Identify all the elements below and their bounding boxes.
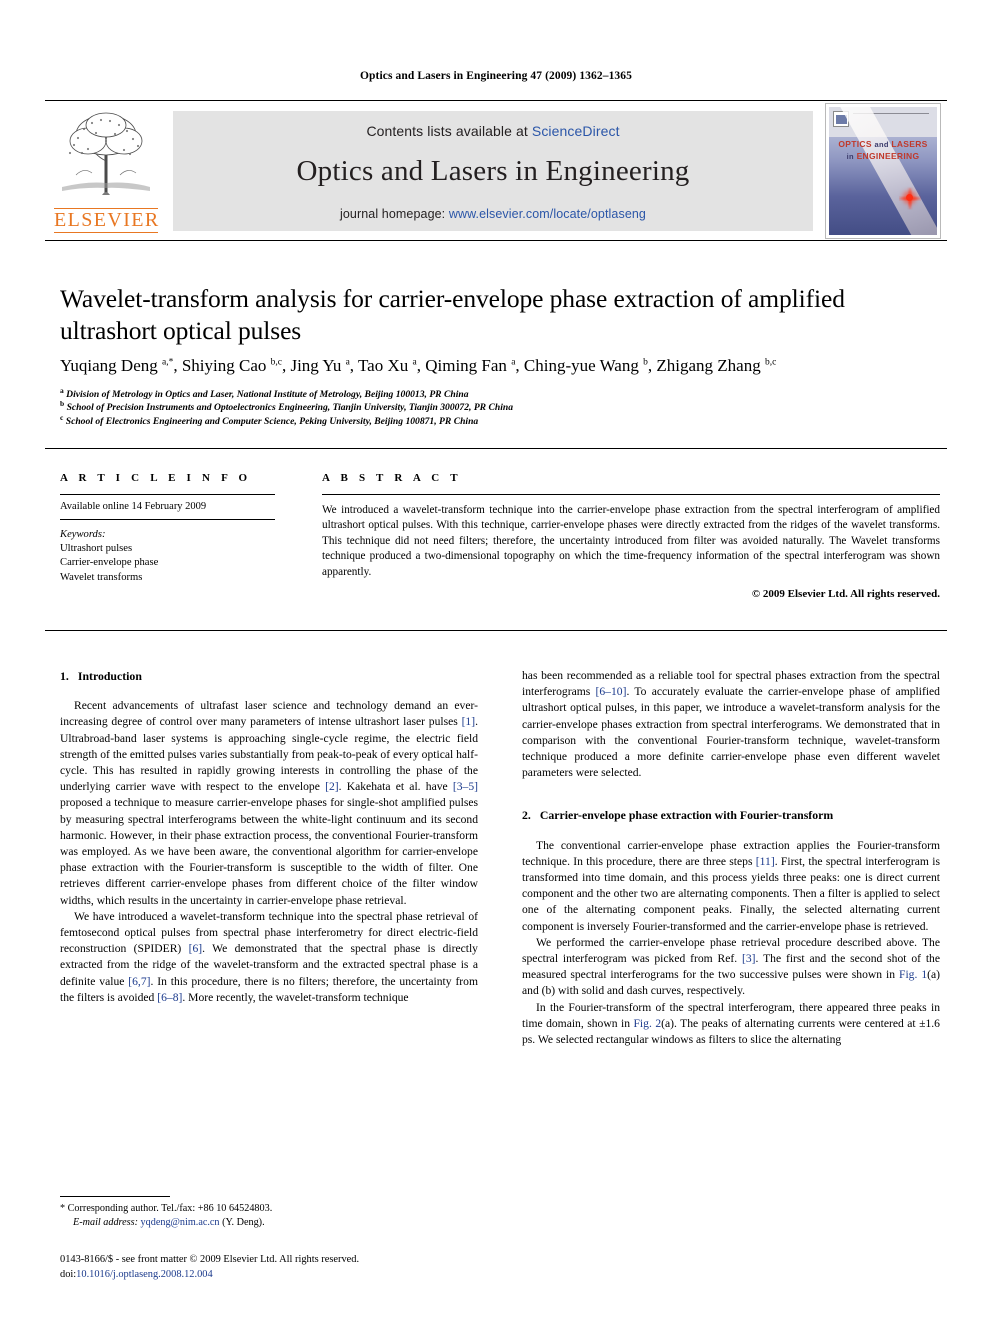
abstract-band-rule-bottom [45,630,947,631]
corresponding-author-footnote: * Corresponding author. Tel./fax: +86 10… [60,1196,478,1229]
section-title: Carrier-envelope phase extraction with F… [539,808,834,823]
doi-link[interactable]: 10.1016/j.optlaseng.2008.12.004 [76,1269,213,1280]
affiliation-text: School of Electronics Engineering and Co… [65,415,479,427]
contents-prefix: Contents lists available at [366,123,532,139]
header-rule-top [45,100,947,101]
sciencedirect-link[interactable]: ScienceDirect [532,123,620,139]
citation-link[interactable]: [2] [325,780,339,793]
text-run: . Kakehata et al. have [338,780,453,794]
affiliation-mark: a [60,385,64,395]
cover-word-engineering: ENGINEERING [856,151,920,161]
text-run: . More recently, the wavelet-transform t… [182,990,409,1004]
citation-link[interactable]: [11] [756,855,775,868]
available-online-date: Available online 14 February 2009 [60,501,207,512]
imprint-block: 0143-8166/$ - see front matter © 2009 El… [60,1253,520,1282]
affiliation-item: b School of Precision Instruments and Op… [60,399,940,414]
cover-title-line-1: OPTICS and LASERS [829,139,937,149]
citation-link[interactable]: [1] [462,715,476,728]
cover-word-optics: OPTICS [838,139,872,149]
page-title: Wavelet-transform analysis for carrier-e… [60,284,845,345]
cover-laser-core-icon [906,194,913,201]
citation-link[interactable]: [6] [189,942,203,955]
abstract-text: We introduced a wavelet-transform techni… [322,504,940,578]
section-heading-fourier: 2. Carrier-envelope phase extraction with… [522,807,940,823]
keywords-label: Keywords: [60,529,106,540]
journal-title: Optics and Lasers in Engineering [296,155,690,187]
affiliation-mark: c [60,412,64,422]
citation-link[interactable]: [3–5] [453,780,478,793]
journal-cover-thumbnail: OPTICS and LASERS in ENGINEERING [825,103,941,239]
text-run: . To accurately evaluate the carrier-env… [522,685,940,780]
contents-line: Contents lists available at ScienceDirec… [173,111,813,139]
text-run: Recent advancements of ultrafast laser s… [60,699,478,729]
figure-link[interactable]: Fig. 1 [899,968,927,981]
email-link[interactable]: yqdeng@nim.ac.cn [141,1217,220,1228]
doi-line: doi:10.1016/j.optlaseng.2008.12.004 [60,1268,520,1283]
abstract-band-rule-top [45,448,947,449]
footnote-rule [60,1196,170,1197]
cover-title-line-2: in ENGINEERING [829,151,937,161]
keyword-item: Wavelet transforms [60,571,143,583]
cover-word-and: and [874,140,889,149]
body-column-right: has been recommended as a reliable tool … [522,668,940,1048]
abstract-copyright: © 2009 Elsevier Ltd. All rights reserved… [751,588,940,601]
paper-page: Optics and Lasers in Engineering 47 (200… [0,0,992,1323]
affiliation-item: a Division of Metrology in Optics and La… [60,385,940,401]
article-info-column: Available online 14 February 2009 Keywor… [60,494,292,585]
running-head: Optics and Lasers in Engineering 47 (200… [360,70,632,82]
abstract-column: We introduced a wavelet-transform techni… [322,494,940,600]
homepage-prefix: journal homepage: [340,207,449,221]
figure-link[interactable]: Fig. 2 [633,1017,661,1030]
elsevier-tree-icon [62,112,150,195]
affiliation-text: School of Precision Instruments and Opto… [66,402,514,414]
keywords-list: Keywords: Ultrashort pulses Carrier-enve… [60,520,292,585]
affiliation-list: a Division of Metrology in Optics and La… [60,385,940,428]
cover-word-in: in [846,152,854,161]
email-label: E-mail address: [73,1216,138,1228]
issn-line: 0143-8166/$ - see front matter © 2009 El… [60,1254,360,1265]
journal-homepage-link[interactable]: www.elsevier.com/locate/optlaseng [449,207,646,221]
header-rule-bottom [45,240,947,241]
paragraph: In the Fourier-transform of the spectral… [522,1000,940,1049]
section-title: Introduction [77,669,142,683]
article-info-heading: A R T I C L E I N F O [60,472,252,484]
masthead-band: Contents lists available at ScienceDirec… [173,111,813,231]
elsevier-wordmark: ELSEVIER [54,208,160,233]
paragraph: We have introduced a wavelet-transform t… [60,909,478,1006]
affiliation-mark: b [60,399,65,409]
paragraph: The conventional carrier-envelope phase … [522,838,940,935]
section-heading-introduction: 1. Introduction [60,668,478,684]
affiliation-item: c School of Electronics Engineering and … [60,412,940,428]
email-suffix: (Y. Deng). [222,1216,265,1228]
paragraph: has been recommended as a reliable tool … [522,668,940,781]
cover-word-lasers: LASERS [891,139,928,149]
keyword-item: Carrier-envelope phase [60,557,159,569]
keyword-item: Ultrashort pulses [60,543,133,555]
citation-link[interactable]: [3] [742,952,756,965]
elsevier-logo: ELSEVIER [50,105,162,237]
section-number: 2. [522,808,531,823]
section-number: 1. [60,669,69,683]
journal-homepage-line: journal homepage: www.elsevier.com/locat… [173,207,813,221]
body-column-left: 1. Introduction Recent advancements of ul… [60,668,478,1006]
doi-label: doi: [60,1268,77,1280]
corresponding-author-line: * Corresponding author. Tel./fax: +86 10… [60,1203,273,1214]
journal-masthead: ELSEVIER Contents lists available at Sci… [45,103,947,239]
affiliation-text: Division of Metrology in Optics and Lase… [66,389,469,400]
abstract-heading: A B S T R A C T [322,472,462,484]
paragraph: We performed the carrier-envelope phase … [522,935,940,1000]
text-run: proposed a technique to measure carrier-… [60,796,478,907]
email-line: E-mail address: yqdeng@nim.ac.cn (Y. Den… [60,1216,478,1230]
citation-link[interactable]: [6,7] [128,975,150,988]
citation-link[interactable]: [6–10] [596,685,627,698]
author-list: Yuqiang Deng a,*, Shiying Cao b,c, Jing … [60,356,777,375]
paragraph: Recent advancements of ultrafast laser s… [60,698,478,909]
journal-cover-art: OPTICS and LASERS in ENGINEERING [829,107,937,235]
citation-link[interactable]: [6–8] [157,991,182,1004]
